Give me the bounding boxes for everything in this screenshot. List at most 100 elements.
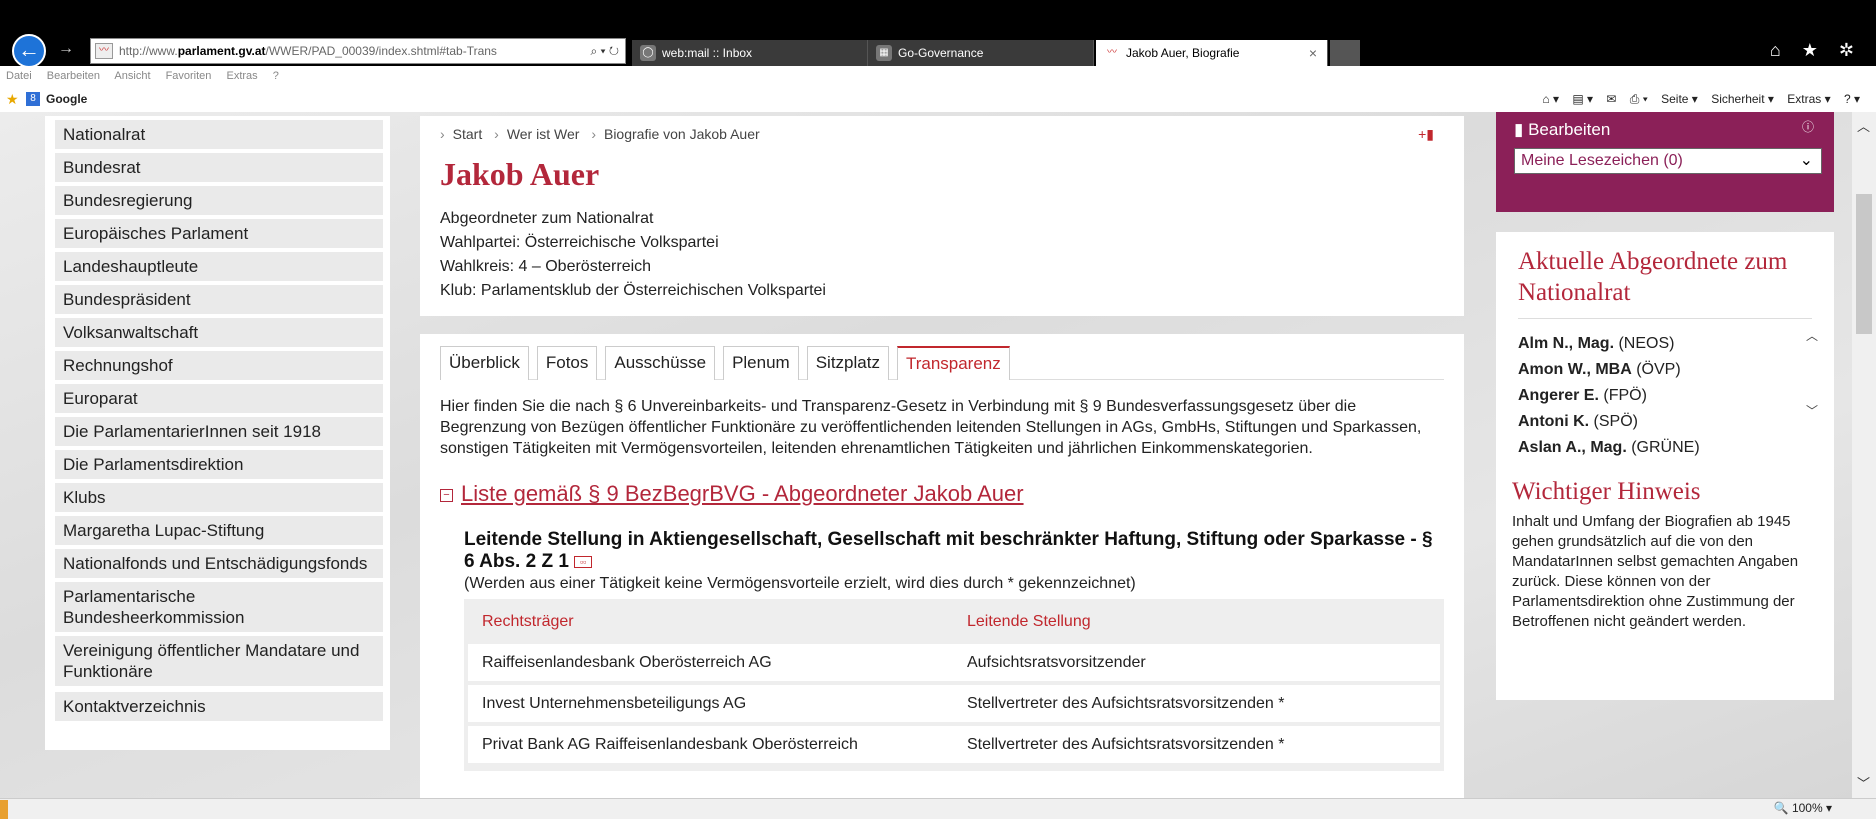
nav-nationalfonds[interactable]: Nationalfonds und Entschädigungsfonds: [55, 549, 383, 578]
zoom-value[interactable]: 100%: [1792, 801, 1823, 815]
google-link[interactable]: Google: [46, 86, 87, 112]
tab-jakob-auer[interactable]: 〰 Jakob Auer, Biografie ×: [1096, 40, 1328, 66]
edit-bookmarks-link[interactable]: ▮ Bearbeiten: [1514, 120, 1610, 139]
address-controls[interactable]: ⌕ ▾ ↻: [590, 39, 619, 63]
favorites-star-icon[interactable]: ★: [6, 86, 19, 112]
edit-bookmarks-label[interactable]: Bearbeiten: [1528, 120, 1610, 139]
print-icon[interactable]: ⎙ ▾: [1630, 92, 1648, 106]
nav-klubs[interactable]: Klubs: [55, 483, 383, 512]
nav-europaeisches-parlament[interactable]: Europäisches Parlament: [55, 219, 383, 248]
member-party: (NEOS): [1618, 335, 1675, 352]
help-icon[interactable]: ? ▾: [1844, 92, 1860, 106]
menu-bearbeiten[interactable]: Bearbeiten: [47, 70, 100, 82]
scroll-up-icon[interactable]: ︿: [1857, 116, 1870, 135]
feed-icon[interactable]: ▤ ▾: [1572, 92, 1593, 106]
chevron-down-icon[interactable]: ﹀: [1806, 402, 1822, 419]
tab-plenum[interactable]: Plenum: [723, 346, 799, 380]
back-button[interactable]: ←: [12, 34, 46, 68]
list-item[interactable]: Alm N., Mag. (NEOS): [1518, 331, 1812, 357]
nav-bundespraesident[interactable]: Bundespräsident: [55, 285, 383, 314]
hinweis-box: Wichtiger Hinweis Inhalt und Umfang der …: [1496, 464, 1834, 700]
bio-tabs: Überblick Fotos Ausschüsse Plenum Sitzpl…: [440, 346, 1444, 380]
bookmarks-select[interactable]: Meine Lesezeichen (0) ⌄: [1514, 148, 1822, 174]
tab-webmail[interactable]: ◯ web:mail :: Inbox: [632, 40, 868, 66]
seite-menu[interactable]: Seite ▾: [1661, 92, 1698, 106]
page-content: Nationalrat Bundesrat Bundesregierung Eu…: [0, 112, 1876, 798]
mail-icon[interactable]: ✉: [1606, 92, 1616, 106]
tab-transparenz[interactable]: Transparenz: [896, 346, 1010, 380]
list-scrollbar[interactable]: ︿ ﹀: [1806, 327, 1822, 427]
list-link-label[interactable]: Liste gemäß § 9 BezBegrBVG - Abgeordnete…: [461, 481, 1024, 506]
forward-arrow-icon[interactable]: →: [58, 40, 74, 58]
member-name[interactable]: Alm N., Mag.: [1518, 335, 1614, 352]
list-item[interactable]: Amon W., MBA (ÖVP): [1518, 357, 1812, 383]
tab-fotos[interactable]: Fotos: [536, 346, 598, 380]
close-tab-icon[interactable]: ×: [1309, 40, 1317, 66]
menu-help[interactable]: ?: [273, 70, 279, 82]
member-party: (FPÖ): [1603, 387, 1647, 404]
table-cell: Invest Unternehmensbeteiligungs AG: [482, 695, 747, 712]
info-icon[interactable]: ⓘ: [1802, 118, 1814, 135]
abgeordnete-list: Alm N., Mag. (NEOS) Amon W., MBA (ÖVP) A…: [1518, 318, 1818, 456]
nav-landeshauptleute[interactable]: Landeshauptleute: [55, 252, 383, 281]
page-scrollbar[interactable]: ︿ ﹀: [1852, 112, 1876, 798]
tab-label: Jakob Auer, Biografie: [1126, 46, 1240, 60]
menu-ansicht[interactable]: Ansicht: [114, 70, 150, 82]
sicherheit-menu[interactable]: Sicherheit ▾: [1711, 92, 1774, 106]
nav-nationalrat[interactable]: Nationalrat: [55, 120, 383, 149]
home-icon[interactable]: ⌂ ▾: [1542, 92, 1559, 106]
member-name[interactable]: Angerer E.: [1518, 387, 1599, 404]
menu-datei[interactable]: Datei: [6, 70, 32, 82]
collapse-icon[interactable]: −: [440, 488, 453, 502]
member-name[interactable]: Aslan A., Mag.: [1518, 439, 1627, 456]
column-header: Rechtsträger: [482, 613, 574, 630]
nav-kontaktverzeichnis[interactable]: Kontaktverzeichnis: [55, 692, 383, 721]
new-tab-button[interactable]: [1330, 40, 1360, 66]
nav-parlamentarierinnen[interactable]: Die ParlamentarierInnen seit 1918: [55, 417, 383, 446]
info-icon[interactable]: ▫▫: [574, 555, 593, 568]
breadcrumb-arrow-icon: ›: [494, 126, 499, 142]
nav-volksanwaltschaft[interactable]: Volksanwaltschaft: [55, 318, 383, 347]
chevron-down-icon: ⌄: [1799, 152, 1813, 169]
breadcrumb-wer-ist-wer[interactable]: Wer ist Wer: [507, 126, 580, 142]
breadcrumb: › Start › Wer ist Wer › Biografie von Jakob…: [440, 126, 1444, 142]
tab-sitzplatz[interactable]: Sitzplatz: [806, 346, 889, 380]
table-row: Raiffeisenlandesbank Oberösterreich AG A…: [468, 644, 1440, 681]
nav-bundesrat[interactable]: Bundesrat: [55, 153, 383, 182]
zoom-level[interactable]: 🔍 100% ▾: [1774, 801, 1832, 815]
nav-europarat[interactable]: Europarat: [55, 384, 383, 413]
tab-go-governance[interactable]: ▦ Go-Governance: [868, 40, 1094, 66]
table-cell: Privat Bank AG Raiffeisenlandesbank Ober…: [482, 736, 858, 753]
page-title: Jakob Auer: [440, 156, 600, 192]
tab-ueberblick[interactable]: Überblick: [440, 346, 529, 380]
section-leitende-stellung: Leitende Stellung in Aktiengesellschaft,…: [464, 529, 1444, 771]
menu-extras[interactable]: Extras: [226, 70, 257, 82]
extras-menu[interactable]: Extras ▾: [1787, 92, 1830, 106]
list-item[interactable]: Angerer E. (FPÖ): [1518, 383, 1812, 409]
table-header: Rechtsträger Leitende Stellung: [468, 603, 1440, 640]
table-cell: Aufsichtsratsvorsitzender: [966, 654, 1146, 671]
browser-right-icons[interactable]: ⌂ ★ ✲: [1770, 40, 1862, 61]
nav-parlamentsdirektion[interactable]: Die Parlamentsdirektion: [55, 450, 383, 479]
list-item[interactable]: Antoni K. (SPÖ): [1518, 409, 1812, 435]
scroll-thumb[interactable]: [1856, 194, 1872, 334]
member-name[interactable]: Antoni K.: [1518, 413, 1589, 430]
scroll-down-icon[interactable]: ﹀: [1857, 773, 1870, 792]
nav-vereinigung-mandatare[interactable]: Vereinigung öffentlicher Mandatare und F…: [55, 636, 383, 686]
taskbar-corner: [0, 800, 8, 819]
chevron-up-icon[interactable]: ︿: [1806, 327, 1822, 344]
menu-favoriten[interactable]: Favoriten: [166, 70, 212, 82]
tab-ausschuesse[interactable]: Ausschüsse: [605, 346, 716, 380]
list-link[interactable]: − Liste gemäß § 9 BezBegrBVG - Abgeordnet…: [440, 481, 1444, 507]
nav-rechnungshof[interactable]: Rechnungshof: [55, 351, 383, 380]
address-bar[interactable]: 〰 http://www.parlament.gv.at/WWER/PAD_00…: [90, 38, 626, 64]
nav-lupac-stiftung[interactable]: Margaretha Lupac-Stiftung: [55, 516, 383, 545]
nav-bundesheerkommission[interactable]: Parlamentarische Bundesheerkommission: [55, 582, 383, 632]
member-name[interactable]: Amon W., MBA: [1518, 361, 1632, 378]
breadcrumb-start[interactable]: Start: [453, 126, 483, 142]
add-bookmark-icon[interactable]: +▮: [1418, 126, 1434, 143]
person-wahlpartei: Wahlpartei: Österreichische Volkspartei: [440, 234, 719, 251]
list-item[interactable]: Aslan A., Mag. (GRÜNE): [1518, 435, 1812, 461]
section-title-text: Leitende Stellung in Aktiengesellschaft,…: [464, 529, 1433, 572]
nav-bundesregierung[interactable]: Bundesregierung: [55, 186, 383, 215]
